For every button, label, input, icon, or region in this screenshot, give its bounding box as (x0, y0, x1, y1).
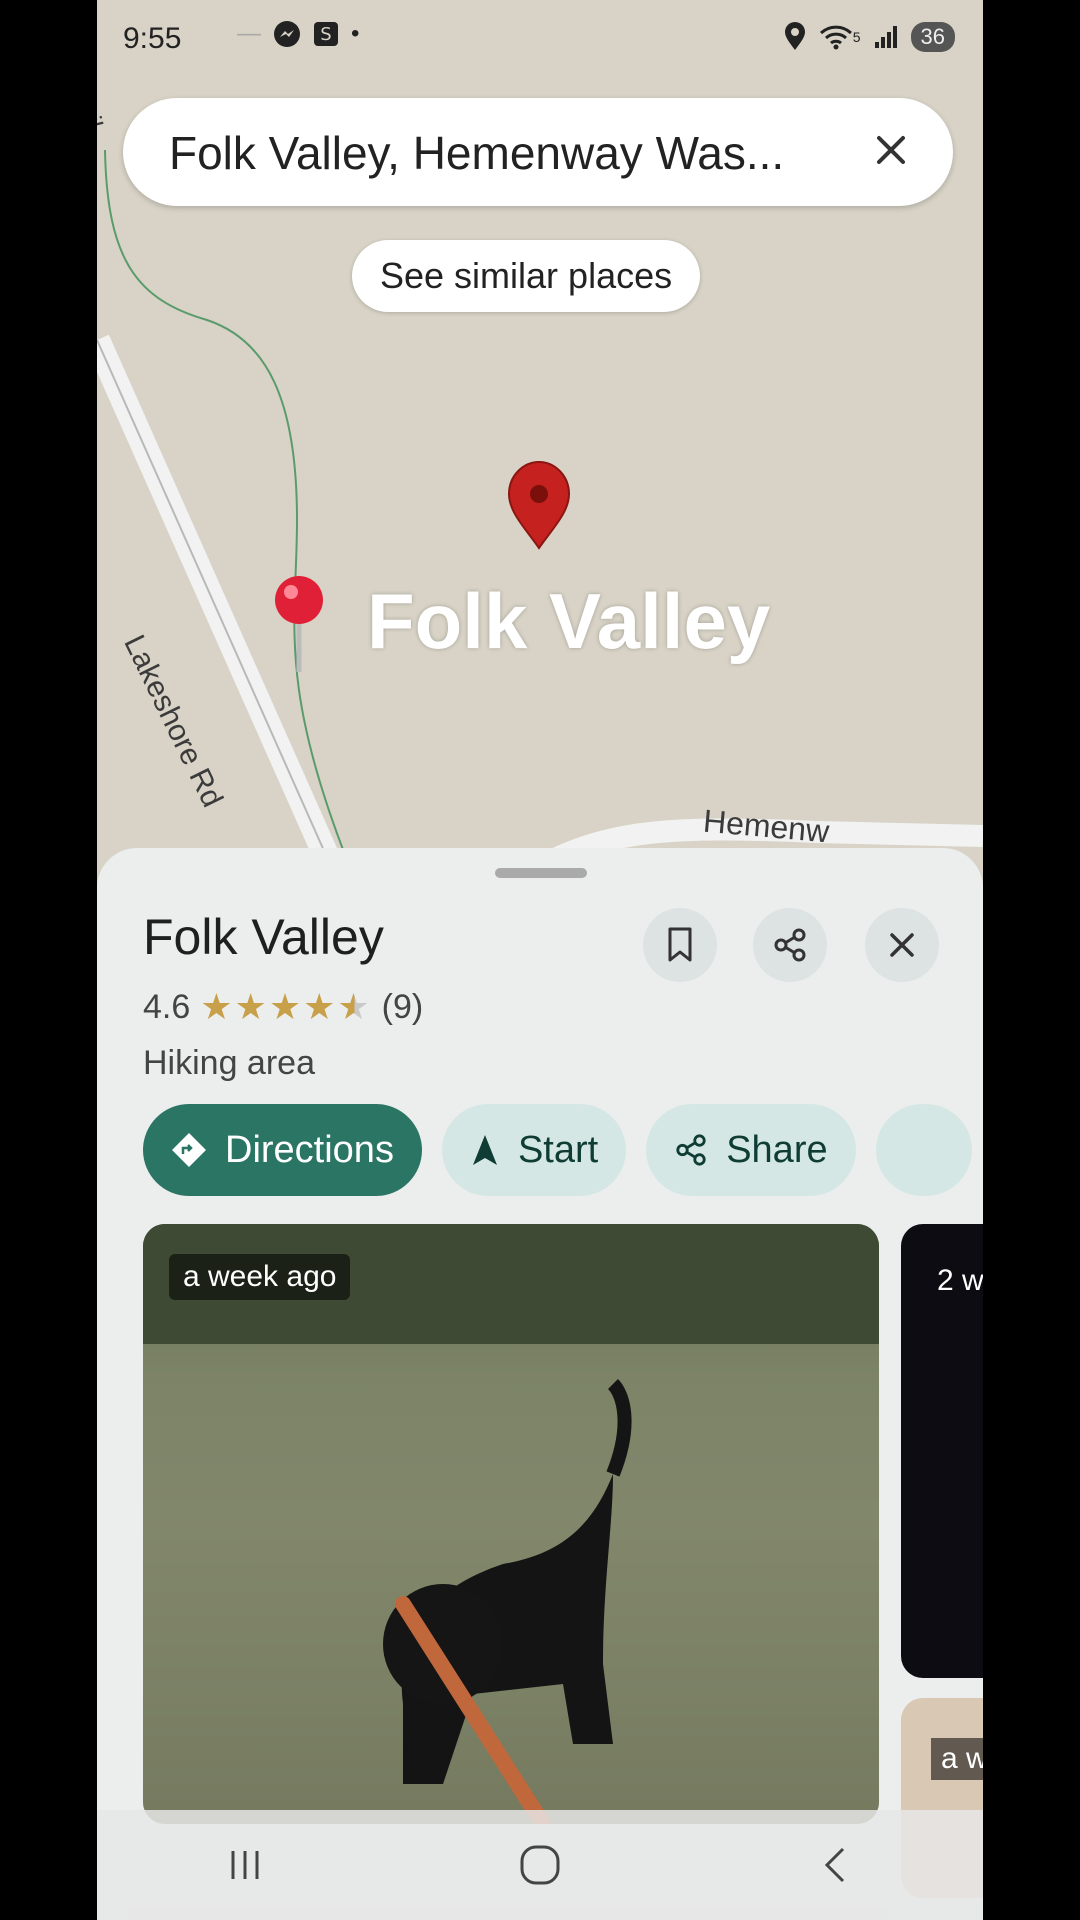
recents-button[interactable] (205, 1825, 285, 1905)
pushpin-marker (275, 576, 323, 672)
action-chips: Directions Start Share (143, 1104, 972, 1196)
wifi-badge: 5 (852, 29, 861, 45)
location-icon (783, 22, 807, 52)
bookmark-icon (668, 927, 692, 962)
search-query[interactable]: Folk Valley, Hemenway Was... (169, 126, 784, 180)
place-sheet[interactable]: Folk Valley 4.6 ★★★★★ (9) Hiking area Di… (97, 848, 983, 1920)
map-view[interactable]: Lakeshore Rd Trail Hemenw Folk Valley 9:… (97, 0, 983, 880)
back-icon (825, 1847, 845, 1883)
selected-pin (507, 460, 571, 550)
wifi-icon: 5 (819, 23, 861, 51)
trail-line (104, 149, 348, 861)
s-app-icon: S (313, 21, 339, 47)
close-icon (877, 136, 905, 164)
close-icon (890, 933, 914, 957)
more-actions-chip[interactable] (875, 1104, 972, 1196)
photo-age-badge: 2 w (937, 1264, 983, 1297)
star-icons: ★★★★ (200, 986, 338, 1027)
start-label: Start (517, 1128, 599, 1171)
sheet-drag-handle[interactable] (495, 868, 587, 878)
share-button[interactable]: Share (646, 1104, 856, 1196)
close-sheet-button[interactable] (865, 908, 939, 982)
messenger-icon (273, 20, 301, 48)
battery-indicator: 36 (910, 22, 955, 52)
status-bar: 9:55 — S • 5 36 (97, 0, 983, 80)
rating-row[interactable]: 4.6 ★★★★★ (9) (143, 986, 423, 1028)
photo-age-badge: a w (931, 1738, 983, 1780)
share-icon (676, 1134, 706, 1166)
phone-screen: Lakeshore Rd Trail Hemenw Folk Valley 9:… (97, 0, 983, 1920)
star-rating: ★★★★★ (200, 986, 371, 1028)
start-button[interactable]: Start (441, 1104, 627, 1196)
search-bar[interactable]: Folk Valley, Hemenway Was... (123, 98, 953, 206)
recents-icon (231, 1851, 259, 1879)
home-button[interactable] (500, 1825, 580, 1905)
status-time: 9:55 (123, 22, 182, 55)
place-category: Hiking area (143, 1044, 315, 1082)
see-similar-places-button[interactable]: See similar places (352, 240, 701, 312)
minimize-dash-icon: — (237, 20, 261, 47)
place-photo[interactable]: a week ago (143, 1224, 879, 1824)
system-nav-bar (97, 1810, 983, 1920)
clear-search-button[interactable] (863, 122, 919, 178)
dog-photo-image (143, 1224, 879, 1824)
svg-text:S: S (320, 24, 331, 45)
save-button[interactable] (643, 908, 717, 982)
directions-label: Directions (225, 1128, 394, 1171)
navigation-arrow-icon (472, 1135, 497, 1165)
directions-button[interactable]: Directions (143, 1104, 422, 1196)
directions-icon (172, 1133, 206, 1167)
photo-age-badge: a week ago (169, 1254, 351, 1300)
dot-icon: • (351, 20, 360, 47)
back-button[interactable] (795, 1825, 875, 1905)
home-icon (520, 1845, 560, 1885)
map-place-label[interactable]: Folk Valley (367, 576, 770, 667)
share-icon-button[interactable] (753, 908, 827, 982)
signal-icon (873, 24, 899, 50)
half-star-icon: ★ (337, 986, 372, 1027)
review-count[interactable]: (9) (382, 988, 424, 1027)
place-title: Folk Valley (143, 909, 384, 965)
place-photo-2[interactable]: 2 w (901, 1224, 983, 1678)
share-label: Share (726, 1128, 828, 1171)
rating-value: 4.6 (143, 987, 191, 1026)
share-icon (774, 928, 806, 962)
